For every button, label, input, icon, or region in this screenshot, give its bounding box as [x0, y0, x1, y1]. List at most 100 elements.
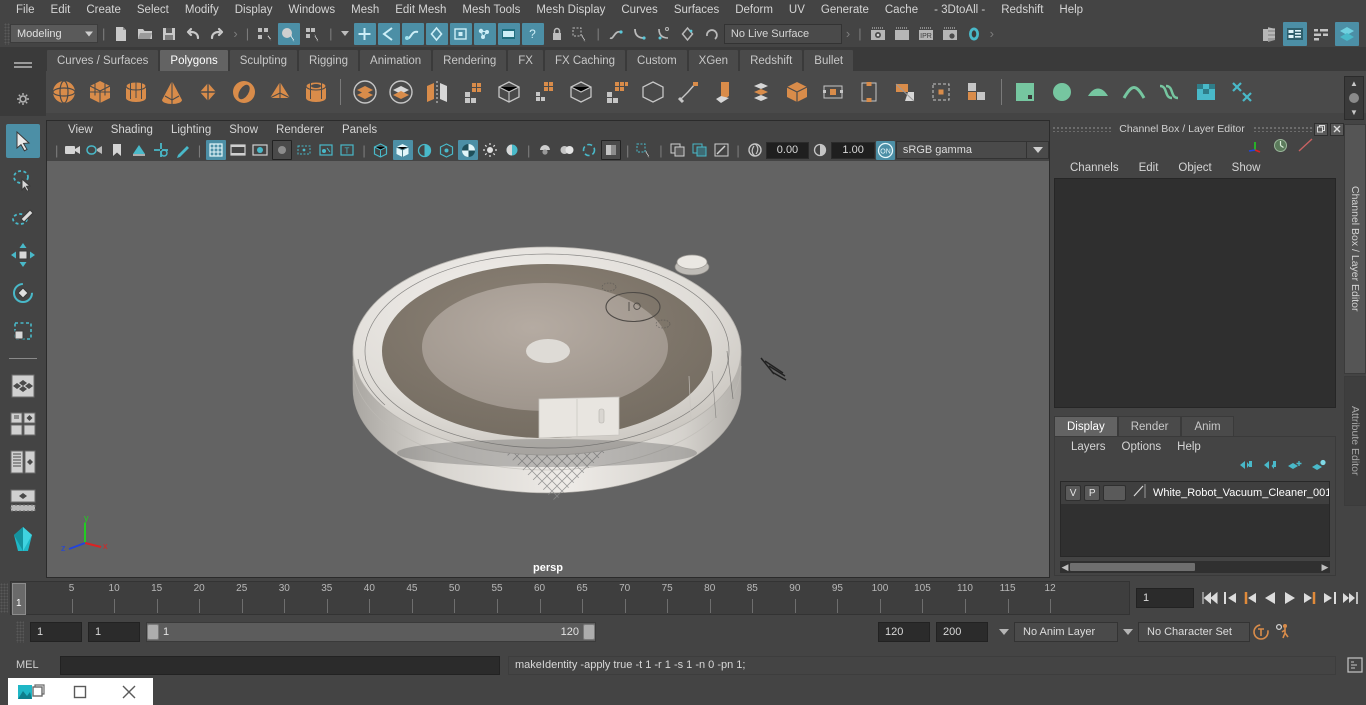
- gamma-field[interactable]: 1.00: [831, 141, 876, 159]
- poly-transfer-shading-icon[interactable]: [1082, 76, 1114, 108]
- command-input[interactable]: [60, 655, 500, 675]
- layer-list[interactable]: V P White_Robot_Vacuum_Cleaner_001_l: [1060, 481, 1330, 557]
- menu-item-redshift[interactable]: Redshift: [993, 2, 1051, 18]
- attribute-editor-icon[interactable]: [1283, 21, 1307, 46]
- character-set-chevron-down-icon[interactable]: [1118, 622, 1138, 642]
- layer-color-swatch-icon[interactable]: [1131, 483, 1147, 504]
- quick-layout-persp-outliner[interactable]: [6, 407, 40, 441]
- poly-sphere-icon[interactable]: [48, 76, 80, 108]
- snap-point-icon[interactable]: [401, 22, 424, 45]
- menu-item-create[interactable]: Create: [78, 2, 129, 18]
- menu-item-uv[interactable]: UV: [781, 2, 813, 18]
- app-restore-icon[interactable]: [8, 678, 56, 705]
- motion-blur-icon[interactable]: [557, 140, 577, 160]
- scroll-thumb[interactable]: [1349, 93, 1359, 103]
- construction-history-icon[interactable]: [497, 22, 520, 45]
- scroll-right-arrow-icon[interactable]: ▶: [1320, 562, 1330, 573]
- poly-uv-snapshot-icon[interactable]: [1226, 76, 1258, 108]
- perspective-viewport[interactable]: y x z persp: [47, 161, 1049, 577]
- poly-cylinder-icon[interactable]: [120, 76, 152, 108]
- layer-tab-display[interactable]: Display: [1054, 416, 1118, 436]
- shelf-tab-animation[interactable]: Animation: [359, 49, 433, 71]
- save-scene-icon[interactable]: [158, 23, 180, 45]
- scroll-thumb[interactable]: [1070, 563, 1195, 571]
- menu-set-selector[interactable]: Modeling: [10, 24, 98, 43]
- poly-sculpt-icon[interactable]: [925, 76, 957, 108]
- scroll-left-arrow-icon[interactable]: ◀: [1060, 562, 1070, 573]
- go-to-end-icon[interactable]: [1340, 587, 1360, 609]
- layer-row[interactable]: V P White_Robot_Vacuum_Cleaner_001_l: [1061, 482, 1329, 504]
- step-back-frame-icon[interactable]: [1240, 587, 1260, 609]
- anim-layer-select[interactable]: No Anim Layer: [1014, 622, 1118, 642]
- move-layer-up-icon[interactable]: [1239, 458, 1255, 476]
- wireframe-icon[interactable]: [371, 140, 391, 160]
- color-management-toggle-icon[interactable]: ON: [876, 140, 895, 160]
- color-management-chevron-down-icon[interactable]: [1027, 141, 1050, 159]
- select-tool[interactable]: [6, 124, 40, 158]
- hypershade-icon[interactable]: [963, 23, 985, 45]
- shelf-tab-custom[interactable]: Custom: [626, 49, 688, 71]
- render-lock-icon[interactable]: [546, 23, 568, 45]
- menu-item-3dtoall[interactable]: - 3DtoAll -: [926, 2, 993, 18]
- select-hierarchy-icon[interactable]: [254, 23, 276, 45]
- scale-tool[interactable]: [6, 314, 40, 348]
- paint-select-tool[interactable]: [6, 200, 40, 234]
- shelf-tab-rigging[interactable]: Rigging: [298, 49, 360, 71]
- current-frame-field[interactable]: 1: [1136, 588, 1194, 608]
- menu-item-select[interactable]: Select: [129, 2, 177, 18]
- animation-preferences-icon[interactable]: [1272, 621, 1294, 643]
- snap-plane-icon[interactable]: [677, 23, 699, 45]
- xray-text-icon[interactable]: T: [337, 140, 357, 160]
- select-object-icon[interactable]: [278, 22, 301, 45]
- quick-layout-single[interactable]: [6, 483, 40, 517]
- layer-name[interactable]: White_Robot_Vacuum_Cleaner_001_l: [1153, 487, 1329, 499]
- layer-visibility-toggle[interactable]: V: [1065, 485, 1082, 501]
- grid-icon[interactable]: [206, 140, 227, 160]
- screen-space-ao-icon[interactable]: [535, 140, 555, 160]
- shelf-tab-rendering[interactable]: Rendering: [432, 49, 508, 71]
- playback-end-time-field[interactable]: 120: [878, 622, 930, 642]
- poly-pyramid-icon[interactable]: [264, 76, 296, 108]
- scroll-down-arrow-icon[interactable]: ▼: [1350, 108, 1358, 117]
- open-scene-icon[interactable]: [134, 23, 156, 45]
- redo-icon[interactable]: [206, 23, 228, 45]
- menu-item-mesh-display[interactable]: Mesh Display: [528, 2, 613, 18]
- animation-end-time-field[interactable]: 200: [936, 622, 988, 642]
- xray-active-components-icon[interactable]: [711, 140, 731, 160]
- snap-projected-center-icon[interactable]: [449, 22, 472, 45]
- menu-item-help[interactable]: Help: [1051, 2, 1091, 18]
- poly-crease-icon[interactable]: [1118, 76, 1150, 108]
- layer-menu-options[interactable]: Options: [1114, 441, 1170, 453]
- menu-item-windows[interactable]: Windows: [280, 2, 343, 18]
- poly-connect-icon[interactable]: [781, 76, 813, 108]
- viewport-menu-shading[interactable]: Shading: [102, 123, 162, 137]
- shelf-tab-fx-caching[interactable]: FX Caching: [543, 49, 627, 71]
- new-scene-icon[interactable]: [110, 23, 132, 45]
- shelf-tab-xgen[interactable]: XGen: [687, 49, 740, 71]
- poly-transfer-attributes-icon[interactable]: [1010, 76, 1042, 108]
- grease-pencil-icon[interactable]: [173, 140, 193, 160]
- poly-bevel-icon[interactable]: [601, 76, 633, 108]
- go-to-start-icon[interactable]: [1200, 587, 1220, 609]
- flat-shade-icon[interactable]: [436, 140, 456, 160]
- textured-icon[interactable]: [458, 140, 479, 160]
- exposure-icon[interactable]: [316, 140, 336, 160]
- menu-item-surfaces[interactable]: Surfaces: [666, 2, 727, 18]
- poly-smooth-icon[interactable]: [457, 76, 489, 108]
- snap-rotate-icon[interactable]: [701, 23, 723, 45]
- poly-uv-checker-icon[interactable]: [1190, 76, 1222, 108]
- shelf-menu-handle-icon[interactable]: [14, 62, 32, 64]
- xray-joints-icon[interactable]: [690, 140, 710, 160]
- isolate-select-icon[interactable]: [634, 140, 654, 160]
- new-layer-from-selected-icon[interactable]: [1311, 458, 1327, 476]
- select-component-icon[interactable]: [302, 23, 324, 45]
- shelf-tab-bullet[interactable]: Bullet: [803, 49, 855, 71]
- vertical-tab-channel-box-layer-editor[interactable]: Channel Box / Layer Editor: [1344, 124, 1366, 374]
- viewport-menu-renderer[interactable]: Renderer: [267, 123, 333, 137]
- panel-drag-handle-right[interactable]: [1252, 126, 1312, 132]
- layer-list-scrollbar[interactable]: ◀ ▶: [1060, 561, 1330, 573]
- play-forwards-icon[interactable]: [1280, 587, 1300, 609]
- color-management-select[interactable]: sRGB gamma: [895, 141, 1028, 159]
- smooth-shade-icon[interactable]: [392, 140, 413, 160]
- camera-attributes-icon[interactable]: [85, 140, 105, 160]
